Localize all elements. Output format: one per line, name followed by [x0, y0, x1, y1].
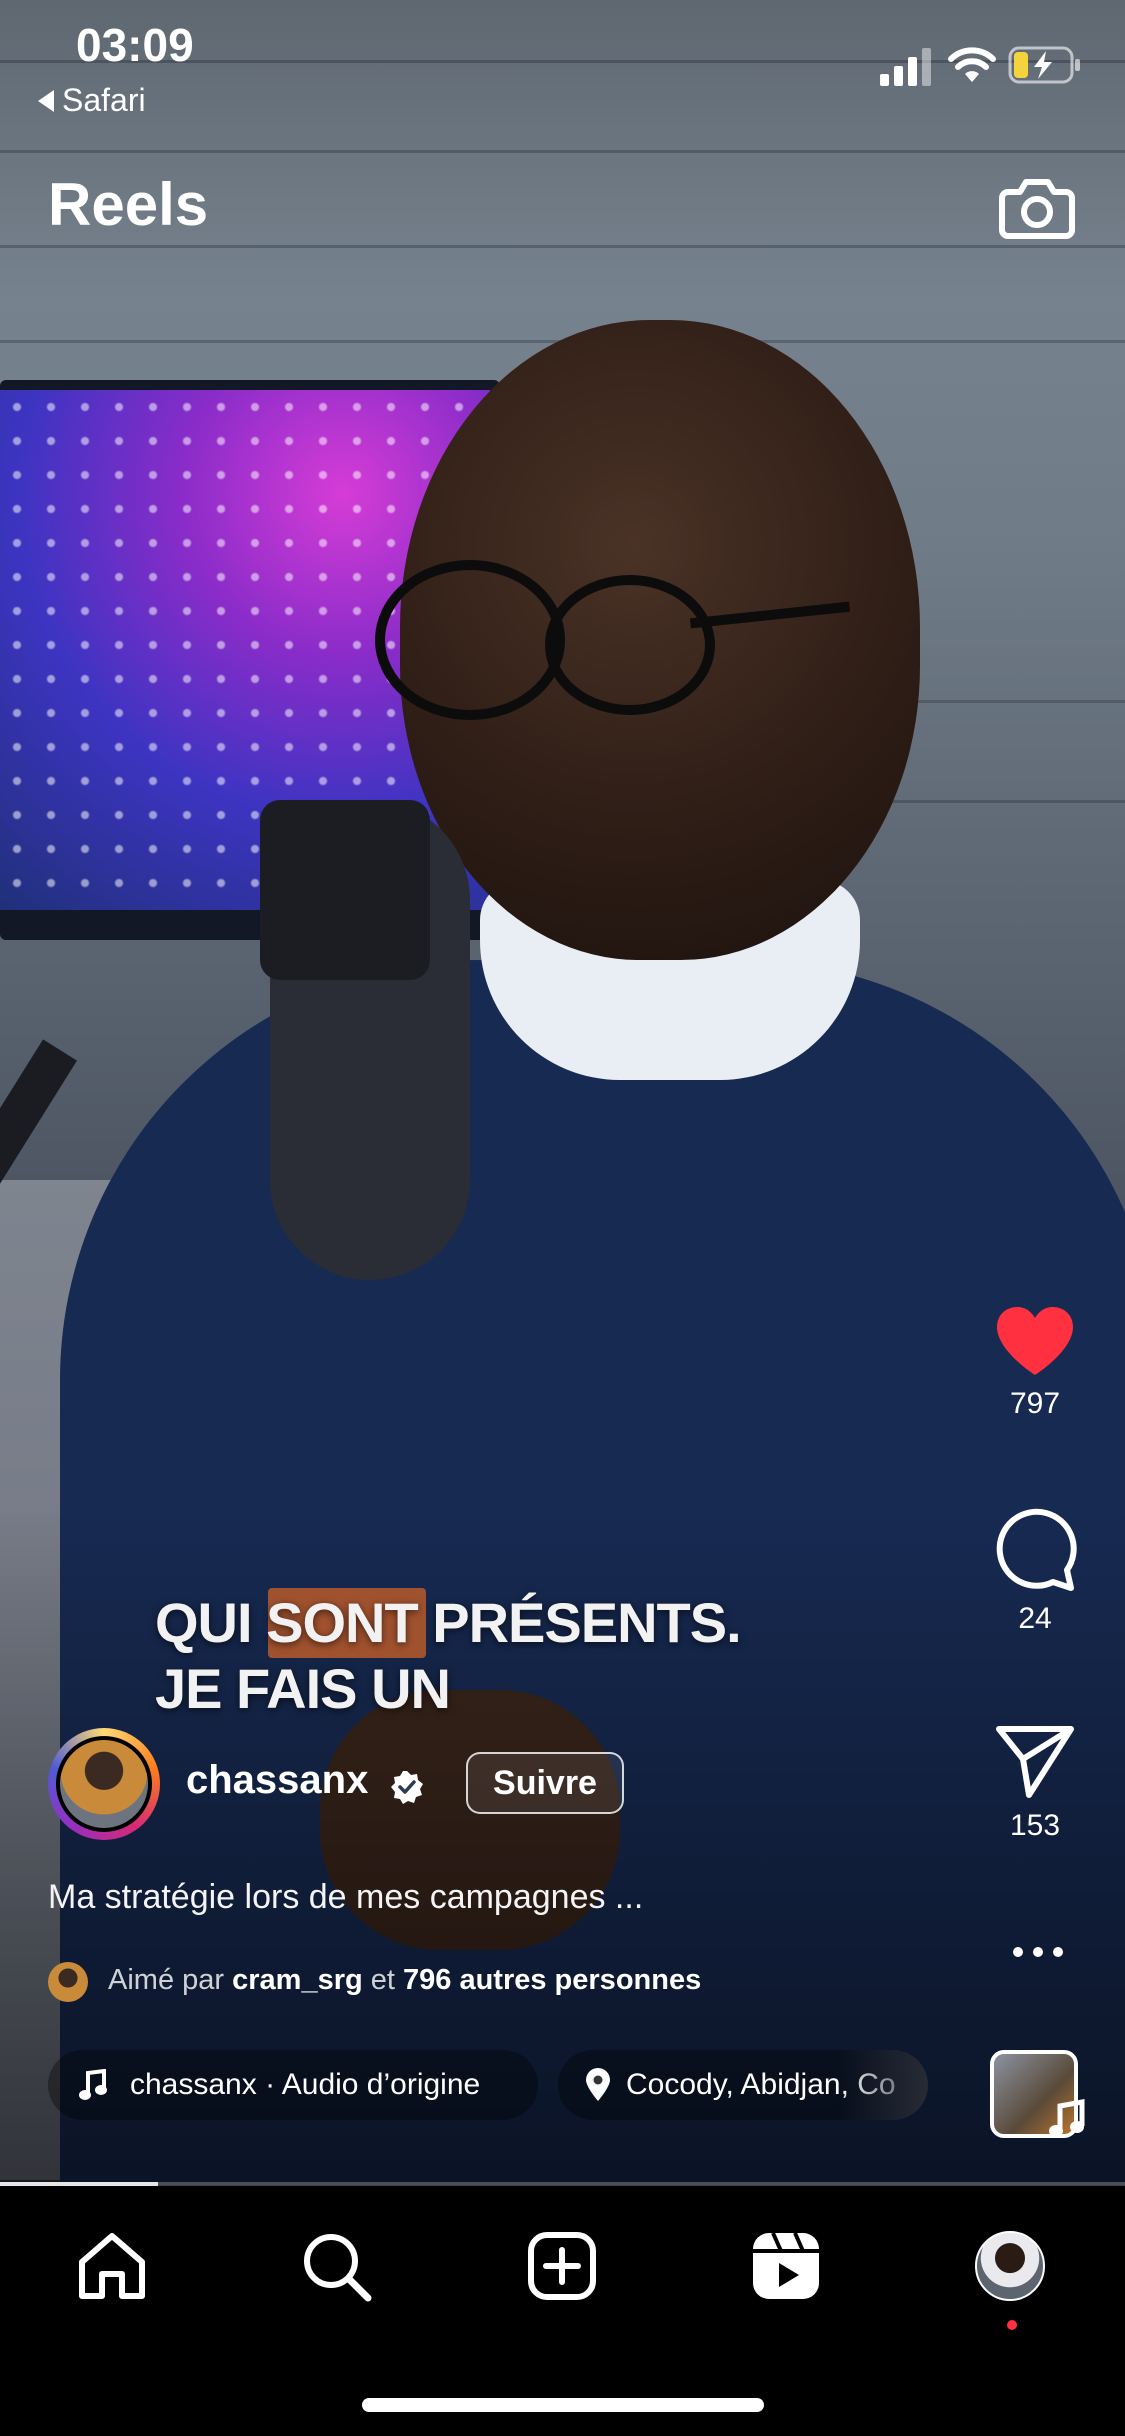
tab-search[interactable]	[296, 2226, 376, 2306]
liked-by-others[interactable]: 796 autres personnes	[403, 1964, 701, 1996]
liked-by-text[interactable]: Aimé par cram_srg et 796 autres personne…	[108, 1964, 701, 1997]
follow-button[interactable]: Suivre	[466, 1752, 624, 1814]
share-count: 153	[1009, 1809, 1061, 1842]
tab-home[interactable]	[72, 2226, 152, 2306]
tab-reels[interactable]	[746, 2226, 826, 2306]
location-pill[interactable]: Cocody, Abidjan, Co	[558, 2050, 928, 2120]
wifi-icon	[948, 47, 996, 82]
liked-by-avatar	[48, 1962, 88, 2002]
music-note-icon	[79, 2069, 107, 2100]
home-indicator[interactable]	[362, 2398, 764, 2412]
comment-count: 24	[1018, 1602, 1052, 1635]
share-button[interactable]: 153	[980, 1725, 1090, 1843]
profile-avatar	[975, 2231, 1045, 2301]
tab-profile[interactable]	[970, 2226, 1050, 2306]
video-caption-line-1: QUI SONT PRÉSENTS.	[155, 1591, 742, 1654]
like-button[interactable]: 797	[980, 1305, 1090, 1421]
comment-button[interactable]: 24	[980, 1508, 1090, 1636]
more-options-icon[interactable]	[1008, 1942, 1068, 1962]
author-avatar[interactable]	[56, 1736, 152, 1832]
heart-filled-icon	[997, 1307, 1073, 1375]
glasses	[375, 560, 565, 720]
home-icon	[79, 2233, 145, 2299]
paper-plane-icon	[996, 1726, 1074, 1798]
verified-badge-icon	[391, 1771, 423, 1804]
notification-dot	[1007, 2320, 1017, 2330]
video-caption-line-2: JE FAIS UN	[155, 1657, 451, 1720]
back-app-label: Safari	[62, 82, 146, 118]
battery-charging-icon	[1008, 46, 1080, 84]
music-note-icon	[1049, 2099, 1085, 2137]
author-username[interactable]: chassanx	[186, 1758, 368, 1803]
location-pin-icon	[586, 2068, 610, 2101]
liked-by-user[interactable]: cram_srg	[232, 1964, 363, 1996]
create-icon	[528, 2232, 596, 2300]
camera-icon[interactable]	[998, 168, 1076, 246]
audio-label: chassanx · Audio d’origine	[130, 2068, 481, 2101]
status-time: 03:09	[76, 19, 194, 71]
tab-create[interactable]	[522, 2226, 602, 2306]
post-caption[interactable]: Ma stratégie lors de mes campagnes ...	[48, 1878, 643, 1917]
comment-bubble-icon	[996, 1508, 1077, 1591]
reel-video[interactable]: QUI SONT PRÉSENTS. JE FAIS UN	[0, 0, 1125, 2185]
back-caret-icon	[38, 89, 54, 112]
audio-pill[interactable]: chassanx · Audio d’origine	[48, 2050, 538, 2120]
like-count: 797	[1009, 1387, 1061, 1420]
back-to-app-link[interactable]: Safari	[38, 82, 146, 119]
page-title: Reels	[48, 171, 209, 238]
reels-icon	[753, 2232, 819, 2299]
signal-icon	[880, 48, 931, 86]
search-icon	[304, 2234, 372, 2302]
